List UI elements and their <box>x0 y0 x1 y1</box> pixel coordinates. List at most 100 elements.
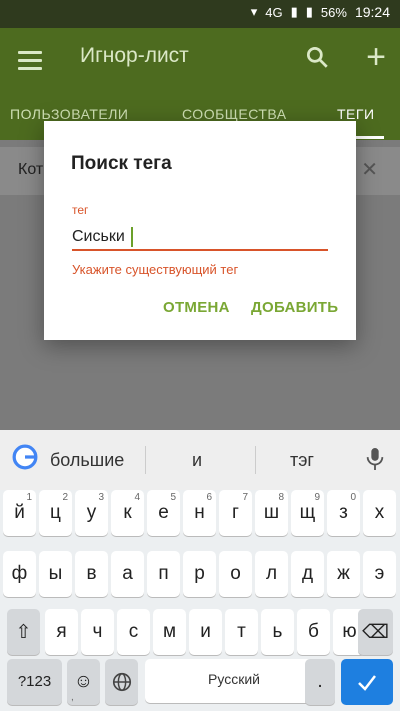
backspace-key[interactable]: ⌫ <box>358 609 393 655</box>
tag-input[interactable] <box>72 223 328 251</box>
period-label: . <box>317 671 323 692</box>
enter-key[interactable] <box>341 659 393 705</box>
key-ш[interactable]: ш8 <box>255 490 288 536</box>
check-icon <box>358 675 376 691</box>
wifi-icon: ▾ <box>250 4 258 19</box>
close-icon[interactable]: ✕ <box>361 157 378 182</box>
key-hint: 5 <box>170 492 176 503</box>
key-х[interactable]: х <box>363 490 396 536</box>
add-button[interactable]: ДОБАВИТЬ <box>251 299 338 316</box>
key-label: р <box>194 563 205 584</box>
signal-icon: ▮ <box>290 4 298 19</box>
app-bar: Игнор-лист + <box>0 28 400 90</box>
space-label: Русский <box>208 671 260 687</box>
key-и[interactable]: и <box>189 609 222 655</box>
key-label: л <box>265 563 278 584</box>
key-hint: 3 <box>98 492 104 503</box>
space-key[interactable]: Русский <box>145 659 323 703</box>
key-label: ч <box>92 621 103 642</box>
google-icon[interactable] <box>12 444 38 470</box>
key-label: а <box>122 563 133 584</box>
key-hint: 1 <box>26 492 32 503</box>
language-key[interactable] <box>105 659 138 705</box>
key-г[interactable]: г7 <box>219 490 252 536</box>
key-я[interactable]: я <box>45 609 78 655</box>
key-н[interactable]: н6 <box>183 490 216 536</box>
symbols-label: ?123 <box>17 673 52 690</box>
symbols-key[interactable]: ?123 <box>7 659 62 705</box>
key-label: з <box>339 502 348 523</box>
key-ь[interactable]: ь <box>261 609 294 655</box>
key-к[interactable]: к4 <box>111 490 144 536</box>
emoji-key[interactable]: ☺ , <box>67 659 100 705</box>
battery-icon: ▮ <box>305 4 313 19</box>
tab-users[interactable]: ПОЛЬЗОВАТЕЛИ <box>10 106 128 122</box>
key-label: ь <box>272 621 283 642</box>
emoji-icon: ☺ <box>73 671 94 692</box>
add-icon[interactable]: + <box>366 40 386 74</box>
period-key[interactable]: . <box>305 659 335 705</box>
key-ц[interactable]: ц2 <box>39 490 72 536</box>
key-ж[interactable]: ж <box>327 551 360 597</box>
key-label: и <box>200 621 211 642</box>
divider <box>255 446 256 474</box>
suggestion-3[interactable]: тэг <box>290 450 314 471</box>
key-hint: 2 <box>62 492 68 503</box>
microphone-icon[interactable] <box>364 445 386 473</box>
key-т[interactable]: т <box>225 609 258 655</box>
key-д[interactable]: д <box>291 551 324 597</box>
key-label: с <box>128 621 139 642</box>
key-ч[interactable]: ч <box>81 609 114 655</box>
key-label: г <box>232 502 239 523</box>
key-hint: 4 <box>134 492 140 503</box>
search-icon[interactable] <box>304 44 330 70</box>
key-label: в <box>86 563 97 584</box>
key-label: м <box>162 621 177 642</box>
backspace-icon: ⌫ <box>362 622 389 643</box>
key-hint: 9 <box>314 492 320 503</box>
key-hint: 7 <box>242 492 248 503</box>
menu-icon[interactable] <box>18 46 42 72</box>
field-label: тег <box>72 203 89 217</box>
key-label: х <box>374 502 385 523</box>
key-э[interactable]: э <box>363 551 396 597</box>
key-label: б <box>308 621 319 642</box>
key-label: й <box>14 502 25 523</box>
globe-icon <box>112 672 132 692</box>
tab-communities[interactable]: СООБЩЕСТВА <box>182 106 287 122</box>
key-й[interactable]: й1 <box>3 490 36 536</box>
key-п[interactable]: п <box>147 551 180 597</box>
cancel-button[interactable]: ОТМЕНА <box>163 299 230 316</box>
key-о[interactable]: о <box>219 551 252 597</box>
key-б[interactable]: б <box>297 609 330 655</box>
key-з[interactable]: з0 <box>327 490 360 536</box>
key-ф[interactable]: ф <box>3 551 36 597</box>
network-type: 4G <box>265 4 283 20</box>
key-ы[interactable]: ы <box>39 551 72 597</box>
suggestion-2[interactable]: и <box>192 450 202 471</box>
tab-tags[interactable]: ТЕГИ <box>337 106 375 122</box>
key-а[interactable]: а <box>111 551 144 597</box>
suggestion-1[interactable]: большие <box>50 450 124 471</box>
key-л[interactable]: л <box>255 551 288 597</box>
key-р[interactable]: р <box>183 551 216 597</box>
key-в[interactable]: в <box>75 551 108 597</box>
key-label: т <box>237 621 246 642</box>
key-е[interactable]: е5 <box>147 490 180 536</box>
key-label: д <box>301 563 314 584</box>
status-bar: ▾ 4G ▮ ▮ 56% 19:24 <box>0 0 400 28</box>
key-у[interactable]: у3 <box>75 490 108 536</box>
key-label: ц <box>50 502 61 523</box>
shift-key[interactable]: ⇧ <box>7 609 40 655</box>
key-label: о <box>230 563 241 584</box>
shift-icon: ⇧ <box>15 622 32 643</box>
key-hint: 8 <box>278 492 284 503</box>
page-title: Игнор-лист <box>80 44 189 67</box>
key-hint: 0 <box>350 492 356 503</box>
key-м[interactable]: м <box>153 609 186 655</box>
key-с[interactable]: с <box>117 609 150 655</box>
key-щ[interactable]: щ9 <box>291 490 324 536</box>
key-label: п <box>158 563 169 584</box>
key-label: щ <box>299 502 316 523</box>
key-label: е <box>158 502 169 523</box>
